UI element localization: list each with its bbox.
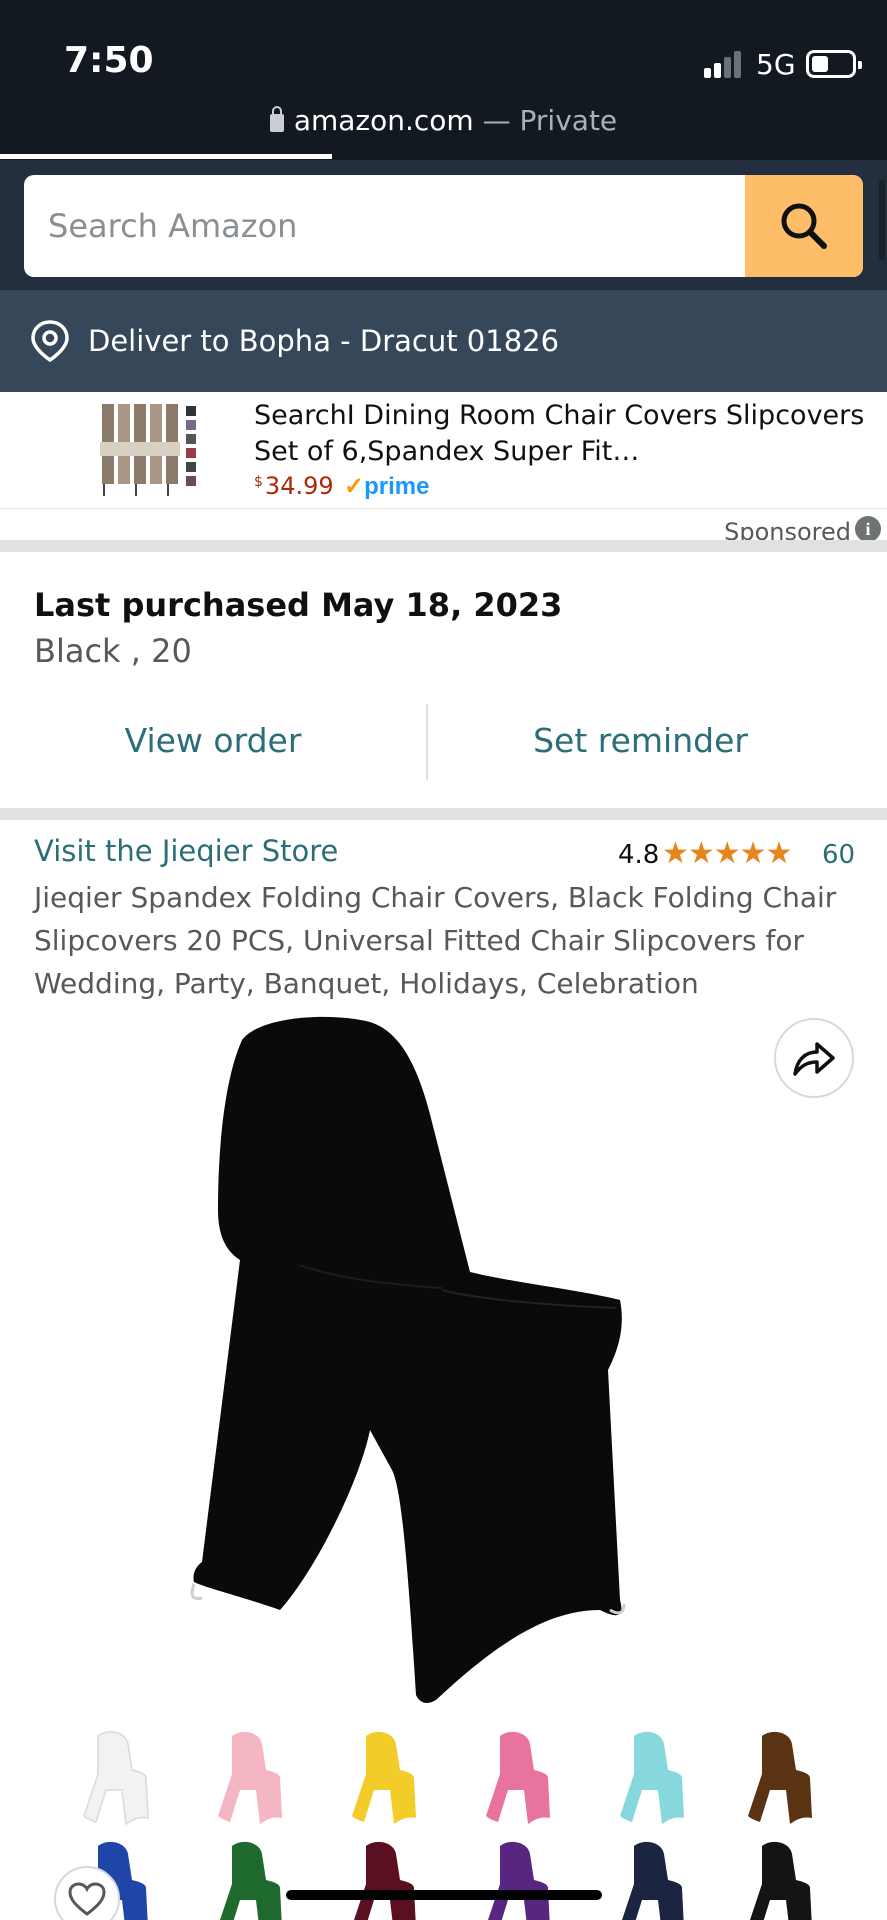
- heart-icon: [68, 1882, 106, 1916]
- currency-symbol: $: [254, 474, 263, 490]
- swatch-purple[interactable]: [478, 1840, 558, 1920]
- share-icon: [793, 1042, 835, 1076]
- search-icon: [781, 203, 827, 249]
- last-purchased-variant: Black , 20: [34, 632, 192, 670]
- ad-price: $34.99: [254, 472, 334, 500]
- last-purchased-title: Last purchased May 18, 2023: [34, 586, 563, 624]
- prime-badge: ✓prime: [344, 472, 429, 501]
- swatch-black[interactable]: [740, 1840, 820, 1920]
- swatch-pink[interactable]: [210, 1730, 290, 1826]
- search-box: [24, 175, 863, 277]
- status-bar: 7:50 5G amazon.com — Private: [0, 0, 887, 160]
- swatch-navy[interactable]: [612, 1840, 692, 1920]
- view-order-button[interactable]: View order: [0, 700, 426, 780]
- ad-title[interactable]: SearchI Dining Room Chair Covers Slipcov…: [254, 398, 874, 470]
- scrollbar[interactable]: [879, 180, 885, 260]
- prime-label: prime: [364, 473, 430, 500]
- private-label: — Private: [482, 104, 618, 137]
- swatch-green[interactable]: [210, 1840, 290, 1920]
- store-link[interactable]: Visit the Jieqier Store: [34, 834, 338, 868]
- deliver-to-text: Deliver to Bopha - Dracut 01826: [88, 324, 560, 358]
- home-indicator: [286, 1890, 602, 1900]
- deliver-to-bar[interactable]: Deliver to Bopha - Dracut 01826: [0, 290, 887, 392]
- ad-product-image: [100, 404, 196, 496]
- sponsored-ad[interactable]: SearchI Dining Room Chair Covers Slipcov…: [0, 392, 887, 509]
- product-title: Jieqier Spandex Folding Chair Covers, Bl…: [34, 881, 837, 1000]
- rating-value: 4.8: [618, 840, 660, 870]
- star-rating-icon[interactable]: ★★★★★: [662, 836, 792, 871]
- price-value: 34.99: [264, 472, 334, 500]
- swatch-yellow[interactable]: [344, 1730, 424, 1826]
- signal-icon: [704, 50, 744, 78]
- swatch-rose[interactable]: [478, 1730, 558, 1826]
- address-bar[interactable]: amazon.com — Private: [0, 104, 887, 137]
- rating-count[interactable]: 60: [822, 840, 855, 870]
- prime-check-icon: ✓: [344, 473, 365, 500]
- share-button[interactable]: [774, 1018, 854, 1098]
- section-divider: [0, 540, 887, 552]
- swatch-brown[interactable]: [740, 1730, 820, 1826]
- clock: 7:50: [64, 40, 154, 81]
- swatch-burgundy[interactable]: [344, 1840, 424, 1920]
- set-reminder-button[interactable]: Set reminder: [428, 700, 853, 780]
- swatch-white[interactable]: [76, 1730, 156, 1826]
- product-image[interactable]: [180, 1010, 680, 1710]
- url-text: amazon.com: [293, 104, 474, 137]
- search-input[interactable]: [24, 175, 744, 277]
- search-bar-area: [0, 160, 887, 290]
- search-button[interactable]: [745, 175, 863, 277]
- lock-icon: [269, 106, 284, 132]
- page-load-progress: [0, 154, 332, 159]
- swatch-aqua[interactable]: [612, 1730, 692, 1826]
- battery-icon: [806, 50, 862, 78]
- info-icon[interactable]: i: [855, 516, 881, 542]
- sponsored-row: Sponsored i: [0, 510, 887, 546]
- location-pin-icon: [31, 320, 69, 363]
- section-divider: [0, 808, 887, 820]
- network-type: 5G: [756, 48, 796, 81]
